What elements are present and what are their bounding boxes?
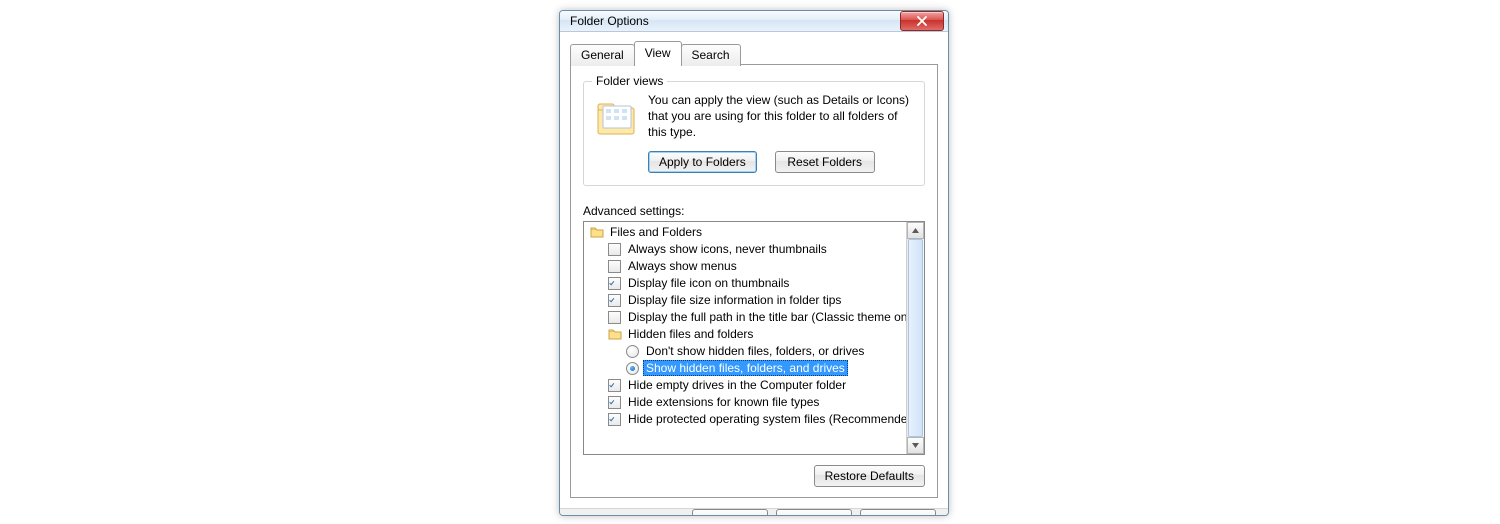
dialog-client: General View Search Folder views	[560, 32, 948, 508]
folder-icon	[608, 327, 622, 341]
tab-general-label: General	[581, 48, 624, 62]
restore-defaults-button[interactable]: Restore Defaults	[814, 465, 925, 487]
tab-search[interactable]: Search	[681, 44, 741, 66]
opt-dont-show-hidden[interactable]: Don't show hidden files, folders, or dri…	[586, 343, 906, 360]
advanced-settings-label: Advanced settings:	[583, 204, 925, 218]
scroll-down-button[interactable]	[907, 437, 924, 454]
tabstrip: General View Search	[570, 40, 938, 64]
apply-button[interactable]: Apply	[860, 509, 936, 516]
opt-always-show-icons[interactable]: Always show icons, never thumbnails	[586, 241, 906, 258]
folder-views-description: You can apply the view (such as Details …	[648, 92, 914, 141]
radio-icon	[626, 362, 639, 375]
tab-view[interactable]: View	[634, 41, 682, 65]
opt-display-file-icon-thumbnails[interactable]: Display file icon on thumbnails	[586, 275, 906, 292]
opt-label: Show hidden files, folders, and drives	[643, 360, 848, 376]
folder-views-group: Folder views	[583, 81, 925, 186]
dialog-title: Folder Options	[570, 14, 900, 28]
checkbox-icon	[608, 294, 621, 307]
opt-label: Display file icon on thumbnails	[626, 276, 791, 290]
tree-group-hidden-files: Hidden files and folders	[586, 326, 906, 343]
advanced-settings-list[interactable]: Files and Folders Always show icons, nev…	[584, 222, 906, 454]
opt-always-show-menus[interactable]: Always show menus	[586, 258, 906, 275]
tab-search-label: Search	[692, 48, 730, 62]
checkbox-icon	[608, 260, 621, 273]
opt-label: Always show menus	[626, 259, 739, 273]
opt-label: Hide empty drives in the Computer folder	[626, 378, 848, 392]
folder-views-icon	[594, 96, 638, 140]
apply-to-folders-button[interactable]: Apply to Folders	[648, 151, 757, 173]
radio-icon	[626, 345, 639, 358]
tabpanel-view: Folder views	[570, 64, 938, 498]
opt-label: Display file size information in folder …	[626, 293, 843, 307]
checkbox-icon	[608, 396, 621, 409]
tree-root-label: Files and Folders	[608, 225, 704, 239]
opt-hide-empty-drives[interactable]: Hide empty drives in the Computer folder	[586, 377, 906, 394]
opt-label: Always show icons, never thumbnails	[626, 242, 829, 256]
cancel-button[interactable]: Cancel	[776, 509, 852, 516]
advanced-settings-tree: Files and Folders Always show icons, nev…	[583, 221, 925, 455]
tree-group-label: Hidden files and folders	[626, 327, 755, 341]
checkbox-icon	[608, 379, 621, 392]
close-button[interactable]	[900, 11, 944, 31]
opt-label: Don't show hidden files, folders, or dri…	[644, 344, 866, 358]
opt-show-hidden[interactable]: Show hidden files, folders, and drives	[586, 360, 906, 377]
opt-hide-extensions[interactable]: Hide extensions for known file types	[586, 394, 906, 411]
ok-button[interactable]: OK	[692, 509, 768, 516]
checkbox-icon	[608, 243, 621, 256]
checkbox-icon	[608, 413, 621, 426]
advanced-settings-scrollbar[interactable]	[906, 222, 924, 454]
titlebar: Folder Options	[560, 11, 948, 32]
checkbox-icon	[608, 277, 621, 290]
folder-icon	[590, 225, 604, 239]
scroll-up-button[interactable]	[907, 222, 924, 239]
close-icon	[917, 16, 927, 26]
folder-views-legend: Folder views	[592, 74, 667, 88]
tree-root-files-and-folders: Files and Folders	[586, 224, 906, 241]
opt-label: Hide protected operating system files (R…	[626, 412, 906, 426]
tab-view-label: View	[645, 46, 671, 60]
opt-label: Hide extensions for known file types	[626, 395, 821, 409]
scroll-track[interactable]	[907, 239, 924, 437]
opt-hide-protected-os-files[interactable]: Hide protected operating system files (R…	[586, 411, 906, 428]
opt-display-file-size-tips[interactable]: Display file size information in folder …	[586, 292, 906, 309]
tab-general[interactable]: General	[570, 44, 635, 66]
scroll-thumb[interactable]	[908, 239, 923, 437]
opt-display-full-path-titlebar[interactable]: Display the full path in the title bar (…	[586, 309, 906, 326]
checkbox-icon	[608, 311, 621, 324]
chevron-up-icon	[912, 228, 919, 233]
reset-folders-button[interactable]: Reset Folders	[775, 151, 875, 173]
opt-label: Display the full path in the title bar (…	[626, 310, 906, 324]
chevron-down-icon	[912, 443, 919, 448]
folder-options-dialog: Folder Options General View Search Folde…	[559, 10, 949, 516]
dialog-footer: OK Cancel Apply	[560, 508, 948, 516]
